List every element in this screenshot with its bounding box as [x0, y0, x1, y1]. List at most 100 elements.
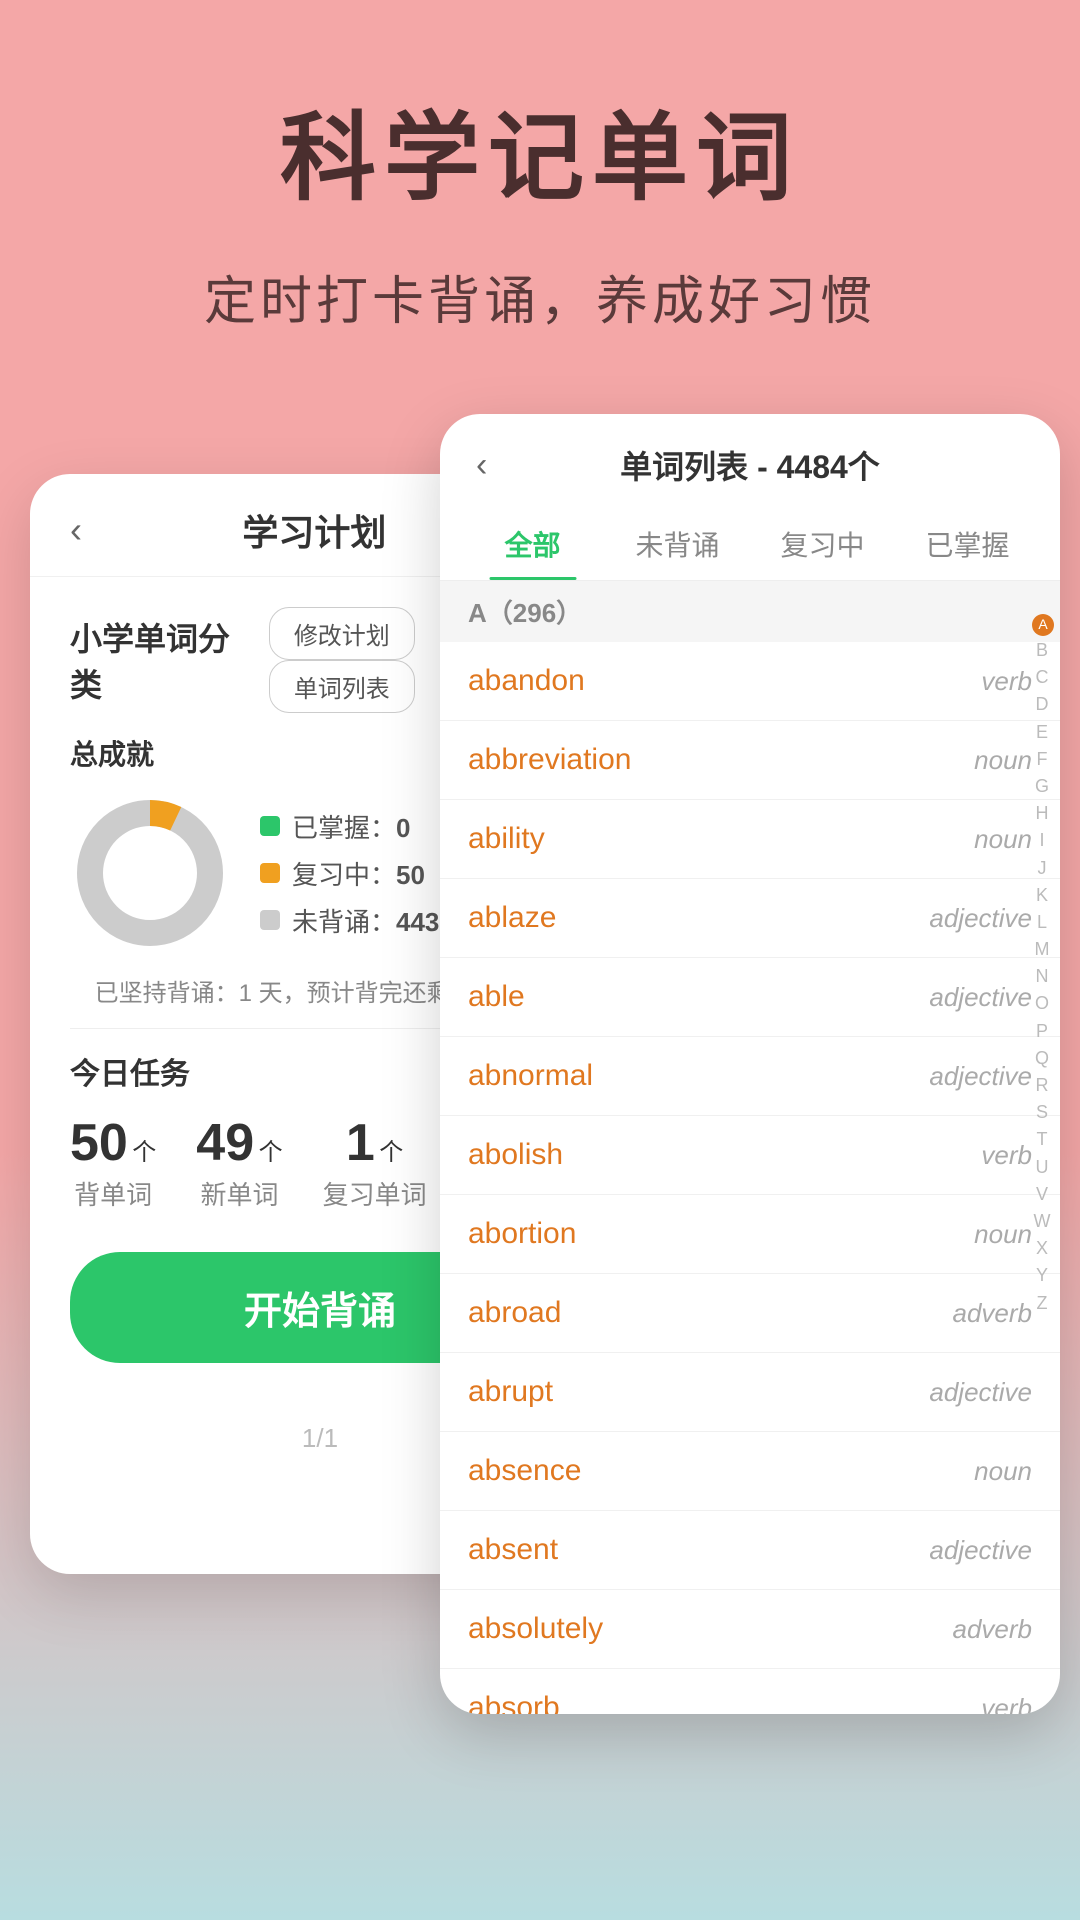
alpha-letter-x[interactable]: X: [1032, 1236, 1052, 1261]
word-row[interactable]: able adjective: [440, 958, 1060, 1037]
word-text: abroad: [468, 1296, 561, 1330]
word-text: absorb: [468, 1691, 560, 1714]
alpha-letter-t[interactable]: T: [1032, 1127, 1052, 1152]
word-row[interactable]: ablazeadjective: [440, 879, 1060, 958]
word-row[interactable]: absence noun: [440, 1432, 1060, 1511]
alpha-index: ABCDEFGHIJKLMNOPQRSTUVWXYZ: [1032, 614, 1054, 1316]
tab-reviewing[interactable]: 复习中: [750, 508, 895, 580]
word-text: ablaze: [468, 901, 556, 935]
header-area: 科学记单词 定时打卡背诵，养成好习惯: [0, 0, 1080, 374]
alpha-letter-a[interactable]: A: [1032, 614, 1054, 636]
word-list: abandonverbabbreviationnounabilitynounab…: [440, 642, 1060, 1714]
word-type: noun: [974, 1456, 1032, 1487]
alpha-letter-h[interactable]: H: [1032, 801, 1052, 826]
word-row[interactable]: abnormal adjective: [440, 1037, 1060, 1116]
word-type: adverb: [953, 1614, 1033, 1645]
word-list-card: ‹ 单词列表 - 4484个 全部 未背诵 复习中 已掌握 A（296） aba…: [440, 414, 1060, 1714]
word-text: abandon: [468, 664, 585, 698]
alpha-letter-m[interactable]: M: [1032, 937, 1052, 962]
word-type: adverb: [953, 1298, 1033, 1329]
word-row[interactable]: abrupt adjective: [440, 1353, 1060, 1432]
word-row[interactable]: absorb verb: [440, 1669, 1060, 1714]
word-row[interactable]: abolish verb: [440, 1116, 1060, 1195]
word-text: abnormal: [468, 1059, 593, 1093]
alpha-letter-v[interactable]: V: [1032, 1182, 1052, 1207]
task-total-number: 50 个: [70, 1117, 156, 1169]
word-text: ability: [468, 822, 545, 856]
tab-all[interactable]: 全部: [460, 508, 605, 580]
word-text: abrupt: [468, 1375, 553, 1409]
legend-mastered-label: 已掌握：0: [292, 808, 410, 845]
task-name-1: 背单词: [70, 1175, 156, 1212]
task-item-new: 49 个 新单词: [196, 1117, 282, 1212]
legend-dot-gray: [260, 910, 280, 930]
task-review-number: 1 个: [323, 1117, 427, 1169]
task-number-3: 1: [346, 1114, 375, 1172]
word-type: adjective: [929, 982, 1032, 1013]
word-row[interactable]: absentadjective: [440, 1511, 1060, 1590]
task-unit-3: 个: [379, 1139, 403, 1166]
word-type: noun: [974, 824, 1032, 855]
main-title: 科学记单词: [40, 80, 1040, 219]
tab-mastered[interactable]: 已掌握: [895, 508, 1040, 580]
legend-item-mastered: 已掌握：0: [260, 808, 439, 845]
back-icon[interactable]: ‹: [70, 509, 82, 551]
task-unit-2: 个: [259, 1139, 283, 1166]
word-text: able: [468, 980, 525, 1014]
modify-plan-btn[interactable]: 修改计划: [269, 607, 415, 660]
word-tabs: 全部 未背诵 复习中 已掌握: [440, 508, 1060, 581]
alpha-letter-s[interactable]: S: [1032, 1100, 1052, 1125]
alpha-letter-e[interactable]: E: [1032, 720, 1052, 745]
word-text: abbreviation: [468, 743, 631, 777]
alpha-letter-c[interactable]: C: [1032, 665, 1052, 690]
task-number-1: 50: [70, 1114, 128, 1172]
word-type: verb: [981, 1693, 1032, 1715]
word-type: noun: [974, 745, 1032, 776]
sub-title: 定时打卡背诵，养成好习惯: [40, 259, 1040, 334]
word-text: absence: [468, 1454, 581, 1488]
alpha-letter-o[interactable]: O: [1032, 991, 1052, 1016]
word-back-icon[interactable]: ‹: [476, 446, 487, 485]
word-row[interactable]: abbreviation noun: [440, 721, 1060, 800]
alpha-letter-k[interactable]: K: [1032, 883, 1052, 908]
word-type: verb: [981, 666, 1032, 697]
alpha-letter-d[interactable]: D: [1032, 692, 1052, 717]
alpha-letter-r[interactable]: R: [1032, 1073, 1052, 1098]
alpha-letter-l[interactable]: L: [1032, 910, 1052, 935]
task-name-2: 新单词: [196, 1175, 282, 1212]
alpha-letter-j[interactable]: J: [1032, 856, 1052, 881]
word-list-title: 单词列表 - 4484个: [620, 442, 880, 488]
word-type: verb: [981, 1140, 1032, 1171]
word-row[interactable]: abroad adverb: [440, 1274, 1060, 1353]
word-type: adjective: [929, 1377, 1032, 1408]
tab-unlearned[interactable]: 未背诵: [605, 508, 750, 580]
word-row[interactable]: abandon verb: [440, 642, 1060, 721]
task-unit-1: 个: [132, 1139, 156, 1166]
word-text: abolish: [468, 1138, 563, 1172]
cards-container: ‹ 学习计划 + 小学单词分类 修改计划 单词列表 总成就: [0, 414, 1080, 1734]
alpha-letter-n[interactable]: N: [1032, 964, 1052, 989]
alpha-letter-g[interactable]: G: [1032, 774, 1052, 799]
alpha-letter-w[interactable]: W: [1032, 1209, 1052, 1234]
legend-dot-green: [260, 816, 280, 836]
card-title: 学习计划: [242, 504, 386, 556]
alpha-letter-y[interactable]: Y: [1032, 1263, 1052, 1288]
word-text: absolutely: [468, 1612, 603, 1646]
alpha-letter-p[interactable]: P: [1032, 1019, 1052, 1044]
word-row[interactable]: absolutely adverb: [440, 1590, 1060, 1669]
alpha-letter-z[interactable]: Z: [1032, 1291, 1052, 1316]
task-item-review: 1 个 复习单词: [323, 1117, 427, 1212]
legend-unlearned-label: 未背诵：443: [292, 902, 439, 939]
alpha-letter-q[interactable]: Q: [1032, 1046, 1052, 1071]
word-list-btn[interactable]: 单词列表: [269, 660, 415, 713]
word-row[interactable]: ability noun: [440, 800, 1060, 879]
alpha-letter-i[interactable]: I: [1032, 828, 1052, 853]
alpha-letter-f[interactable]: F: [1032, 747, 1052, 772]
legend-item-reviewing: 复习中：50: [260, 855, 439, 892]
word-nav: ‹ 单词列表 - 4484个: [440, 414, 1060, 508]
word-type: adjective: [929, 1061, 1032, 1092]
task-number-2: 49: [196, 1114, 254, 1172]
alpha-letter-u[interactable]: U: [1032, 1155, 1052, 1180]
alpha-letter-b[interactable]: B: [1032, 638, 1052, 663]
word-row[interactable]: abortionnoun: [440, 1195, 1060, 1274]
